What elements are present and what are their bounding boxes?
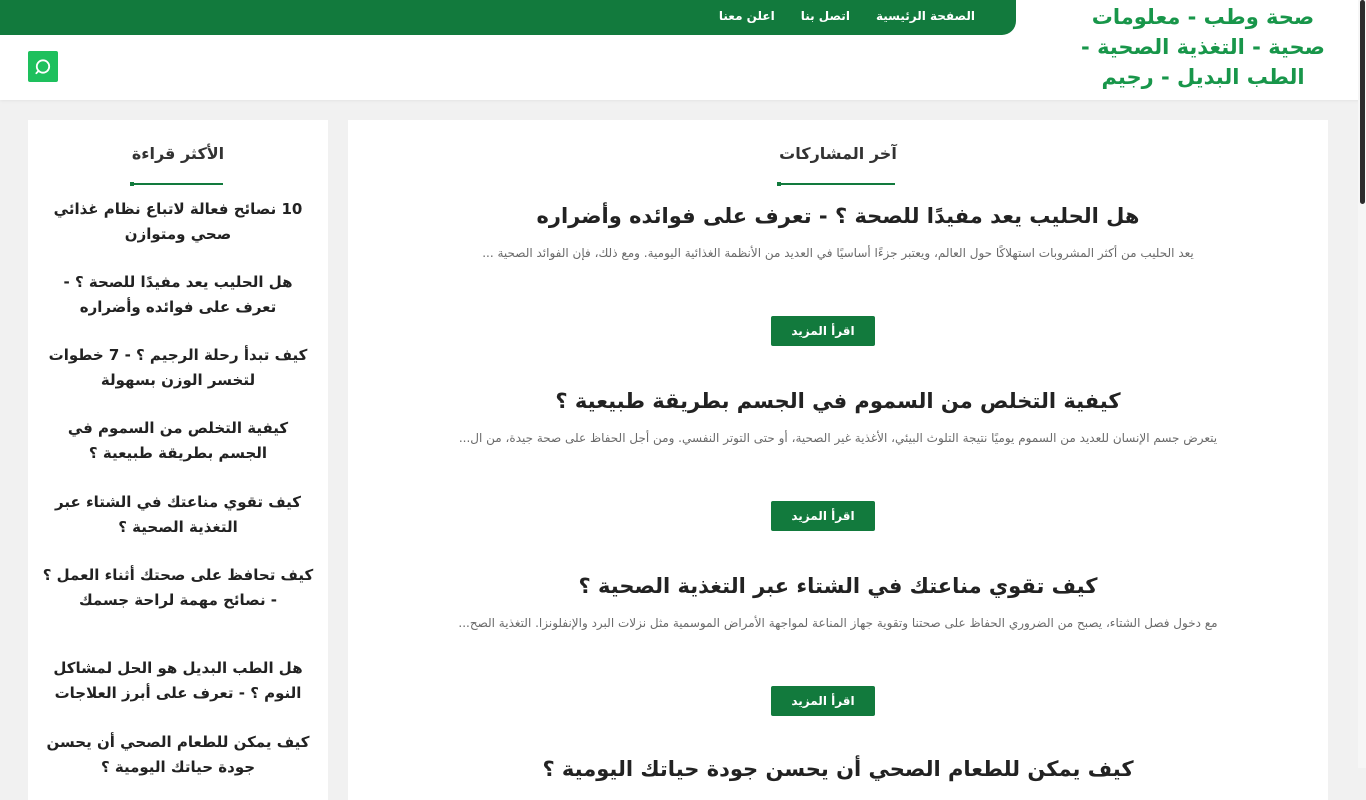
most-read-item[interactable]: كيف يمكن للطعام الصحي أن يحسن جودة حياتك… bbox=[42, 730, 314, 780]
top-nav: الصفحة الرئيسية اتصل بنا اعلن معنا bbox=[706, 0, 988, 32]
title-underline bbox=[130, 182, 223, 186]
search-button[interactable] bbox=[28, 51, 58, 82]
post-card: كيف يمكن للطعام الصحي أن يحسن جودة حياتك… bbox=[348, 754, 1328, 784]
read-more-button[interactable]: اقرأ المزيد bbox=[771, 316, 875, 346]
post-title[interactable]: كيف يمكن للطعام الصحي أن يحسن جودة حياتك… bbox=[348, 754, 1328, 784]
latest-posts-title: آخر المشاركات bbox=[779, 144, 897, 163]
post-card: كيفية التخلص من السموم في الجسم بطريقة ط… bbox=[348, 386, 1328, 448]
site-logo[interactable]: صحة وطب - معلومات صحية - التغذية الصحية … bbox=[1072, 2, 1334, 92]
page-scrollbar[interactable] bbox=[1358, 0, 1366, 768]
post-title[interactable]: هل الحليب يعد مفيدًا للصحة ؟ - تعرف على … bbox=[348, 201, 1328, 231]
post-card: كيف تقوي مناعتك في الشتاء عبر التغذية ال… bbox=[348, 571, 1328, 633]
nav-link-contact[interactable]: اتصل بنا bbox=[788, 0, 863, 32]
site-header: الصفحة الرئيسية اتصل بنا اعلن معنا صحة و… bbox=[0, 0, 1366, 100]
most-read-item[interactable]: كيف تحافظ على صحتك أثناء العمل ؟ - نصائح… bbox=[42, 563, 314, 613]
most-read-title: الأكثر قراءة bbox=[131, 144, 225, 163]
top-nav-bar: الصفحة الرئيسية اتصل بنا اعلن معنا bbox=[0, 0, 1016, 35]
post-title[interactable]: كيفية التخلص من السموم في الجسم بطريقة ط… bbox=[348, 386, 1328, 416]
read-more-button[interactable]: اقرأ المزيد bbox=[771, 686, 875, 716]
nav-link-home[interactable]: الصفحة الرئيسية bbox=[863, 0, 988, 32]
most-read-item[interactable]: هل الطب البديل هو الحل لمشاكل النوم ؟ - … bbox=[42, 656, 314, 706]
most-read-sidebar: الأكثر قراءة 10 نصائح فعالة لاتباع نظام … bbox=[28, 120, 328, 800]
most-read-item[interactable]: كيفية التخلص من السموم في الجسم بطريقة ط… bbox=[42, 416, 314, 466]
post-excerpt: يتعرض جسم الإنسان للعديد من السموم يوميً… bbox=[458, 431, 1218, 445]
post-excerpt: مع دخول فصل الشتاء، يصبح من الضروري الحف… bbox=[458, 616, 1218, 630]
title-underline bbox=[777, 182, 895, 186]
nav-link-advertise[interactable]: اعلن معنا bbox=[706, 0, 788, 32]
read-more-button[interactable]: اقرأ المزيد bbox=[771, 501, 875, 531]
post-title[interactable]: كيف تقوي مناعتك في الشتاء عبر التغذية ال… bbox=[348, 571, 1328, 601]
scrollbar-thumb[interactable] bbox=[1360, 0, 1365, 204]
latest-posts-panel: آخر المشاركات هل الحليب يعد مفيدًا للصحة… bbox=[348, 120, 1328, 800]
most-read-item[interactable]: 10 نصائح فعالة لاتباع نظام غذائي صحي ومت… bbox=[42, 197, 314, 247]
search-icon bbox=[35, 58, 51, 74]
most-read-item[interactable]: هل الحليب يعد مفيدًا للصحة ؟ - تعرف على … bbox=[42, 270, 314, 320]
post-excerpt: يعد الحليب من أكثر المشروبات استهلاكًا ح… bbox=[482, 246, 1194, 260]
most-read-item[interactable]: كيف تبدأ رحلة الرجيم ؟ - 7 خطوات لتخسر ا… bbox=[42, 343, 314, 393]
most-read-item[interactable]: كيف تقوي مناعتك في الشتاء عبر التغذية ال… bbox=[42, 490, 314, 540]
post-card: هل الحليب يعد مفيدًا للصحة ؟ - تعرف على … bbox=[348, 201, 1328, 263]
